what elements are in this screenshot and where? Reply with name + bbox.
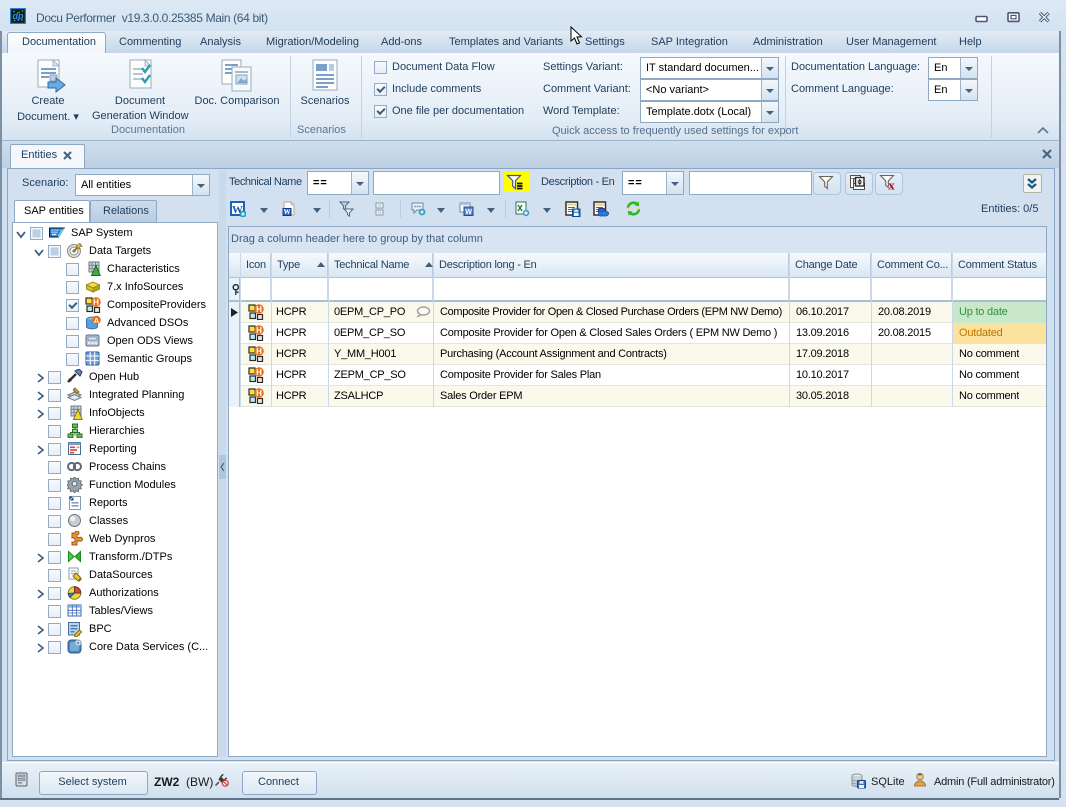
svg-text:dp: dp (13, 11, 24, 21)
svg-text:x: x (888, 178, 895, 192)
